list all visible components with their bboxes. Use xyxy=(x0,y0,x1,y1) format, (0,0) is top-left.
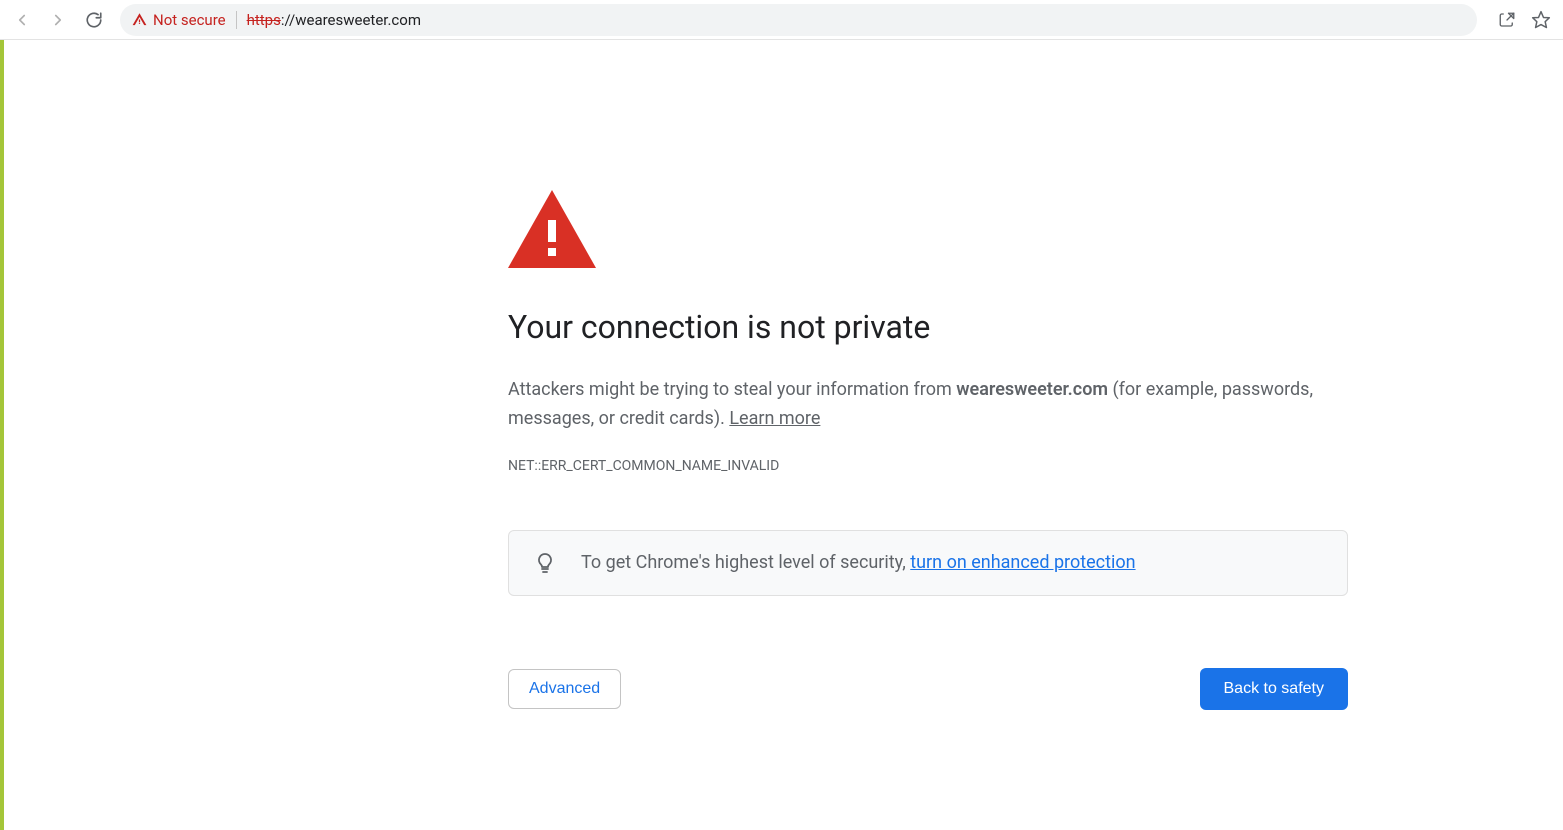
browser-toolbar: Not secure https://wearesweeter.com xyxy=(0,0,1563,40)
body-prefix: Attackers might be trying to steal your … xyxy=(508,379,956,400)
back-to-safety-button[interactable]: Back to safety xyxy=(1200,668,1349,710)
url-scheme: https xyxy=(247,11,281,29)
url-rest: ://wearesweeter.com xyxy=(281,11,421,29)
left-edge-accent xyxy=(0,40,4,830)
security-label: Not secure xyxy=(153,11,226,29)
security-chip[interactable]: Not secure xyxy=(132,11,226,29)
divider xyxy=(236,11,237,29)
body-domain: wearesweeter.com xyxy=(956,379,1108,400)
lightbulb-icon xyxy=(533,551,557,575)
ssl-error-page: Your connection is not private Attackers… xyxy=(508,190,1348,710)
warning-triangle-large-icon xyxy=(508,190,1348,268)
error-body: Attackers might be trying to steal your … xyxy=(508,376,1348,434)
url-text: https://wearesweeter.com xyxy=(247,11,421,29)
reload-button[interactable] xyxy=(78,4,110,36)
share-button[interactable] xyxy=(1491,4,1523,36)
tip-text: To get Chrome's highest level of securit… xyxy=(581,552,1136,573)
enhanced-protection-link[interactable]: turn on enhanced protection xyxy=(910,552,1135,573)
tip-prefix: To get Chrome's highest level of securit… xyxy=(581,552,910,573)
forward-button[interactable] xyxy=(42,4,74,36)
error-headline: Your connection is not private xyxy=(508,308,1348,346)
address-bar[interactable]: Not secure https://wearesweeter.com xyxy=(120,4,1477,36)
button-row: Advanced Back to safety xyxy=(508,668,1348,710)
toolbar-right xyxy=(1491,4,1557,36)
bookmark-button[interactable] xyxy=(1525,4,1557,36)
advanced-button[interactable]: Advanced xyxy=(508,669,621,709)
enhanced-protection-tip: To get Chrome's highest level of securit… xyxy=(508,530,1348,596)
warning-triangle-icon xyxy=(132,12,147,27)
error-code: NET::ERR_CERT_COMMON_NAME_INVALID xyxy=(508,458,1348,474)
learn-more-link[interactable]: Learn more xyxy=(729,408,820,429)
back-button[interactable] xyxy=(6,4,38,36)
